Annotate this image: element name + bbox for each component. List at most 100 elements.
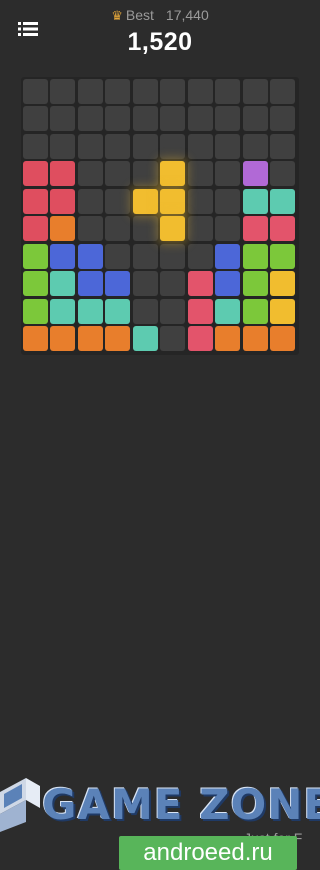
empty-cell bbox=[160, 78, 185, 104]
filled-cell bbox=[50, 216, 75, 241]
filled-cell bbox=[242, 243, 268, 269]
empty-cell bbox=[50, 78, 75, 104]
empty-cell bbox=[132, 133, 158, 159]
crown-icon: ♛ bbox=[111, 8, 123, 23]
empty-cell bbox=[270, 161, 295, 186]
empty-cell bbox=[105, 106, 130, 131]
empty-cell bbox=[270, 106, 295, 131]
empty-cell bbox=[187, 243, 213, 269]
empty-cell bbox=[105, 188, 130, 214]
empty-cell bbox=[187, 216, 213, 241]
empty-cell bbox=[160, 326, 185, 351]
active-piece-cell[interactable] bbox=[132, 188, 158, 214]
empty-cell bbox=[242, 106, 268, 131]
active-piece-cell[interactable] bbox=[160, 161, 185, 186]
empty-cell bbox=[105, 243, 130, 269]
empty-cell bbox=[215, 106, 240, 131]
empty-cell bbox=[160, 271, 185, 296]
empty-cell bbox=[270, 78, 295, 104]
brand-text: GAME ZONE bbox=[42, 780, 320, 829]
empty-cell bbox=[105, 216, 130, 241]
filled-cell bbox=[22, 271, 48, 296]
empty-cell bbox=[187, 188, 213, 214]
filled-cell bbox=[242, 188, 268, 214]
empty-cell bbox=[215, 161, 240, 186]
empty-cell bbox=[270, 133, 295, 159]
filled-cell bbox=[105, 326, 130, 351]
filled-cell bbox=[22, 161, 48, 186]
filled-cell bbox=[270, 216, 295, 241]
empty-cell bbox=[22, 78, 48, 104]
active-piece-cell[interactable] bbox=[160, 216, 185, 241]
filled-cell bbox=[50, 326, 75, 351]
filled-cell bbox=[105, 298, 130, 324]
filled-cell bbox=[77, 271, 103, 296]
filled-cell bbox=[50, 188, 75, 214]
filled-cell bbox=[132, 326, 158, 351]
best-score-row: ♛ Best 17,440 bbox=[0, 7, 320, 24]
empty-cell bbox=[50, 106, 75, 131]
best-score-value: 17,440 bbox=[165, 7, 209, 23]
empty-cell bbox=[132, 78, 158, 104]
empty-cell bbox=[77, 188, 103, 214]
best-label: Best bbox=[125, 7, 154, 23]
filled-cell bbox=[77, 243, 103, 269]
empty-cell bbox=[132, 216, 158, 241]
filled-cell bbox=[215, 243, 240, 269]
filled-cell bbox=[77, 326, 103, 351]
empty-cell bbox=[22, 106, 48, 131]
empty-cell bbox=[242, 78, 268, 104]
filled-cell bbox=[215, 326, 240, 351]
filled-cell bbox=[50, 271, 75, 296]
filled-cell bbox=[187, 326, 213, 351]
filled-cell bbox=[50, 161, 75, 186]
filled-cell bbox=[242, 216, 268, 241]
empty-cell bbox=[132, 106, 158, 131]
empty-cell bbox=[187, 78, 213, 104]
empty-cell bbox=[77, 133, 103, 159]
filled-cell bbox=[215, 271, 240, 296]
empty-cell bbox=[242, 133, 268, 159]
filled-cell bbox=[22, 216, 48, 241]
empty-cell bbox=[187, 133, 213, 159]
game-board[interactable] bbox=[21, 77, 299, 355]
filled-cell bbox=[187, 298, 213, 324]
filled-cell bbox=[50, 243, 75, 269]
filled-cell bbox=[105, 271, 130, 296]
filled-cell bbox=[22, 243, 48, 269]
empty-cell bbox=[105, 161, 130, 186]
empty-cell bbox=[132, 271, 158, 296]
empty-cell bbox=[132, 161, 158, 186]
empty-cell bbox=[160, 243, 185, 269]
empty-cell bbox=[215, 188, 240, 214]
filled-cell bbox=[242, 161, 268, 186]
empty-cell bbox=[22, 133, 48, 159]
filled-cell bbox=[50, 298, 75, 324]
active-piece-cell[interactable] bbox=[160, 188, 185, 214]
filled-cell bbox=[242, 298, 268, 324]
empty-cell bbox=[160, 133, 185, 159]
empty-cell bbox=[187, 161, 213, 186]
watermark-banner: GAME ZONE Just for F androeed.ru bbox=[0, 378, 320, 870]
filled-cell bbox=[270, 243, 295, 269]
empty-cell bbox=[215, 78, 240, 104]
filled-cell bbox=[77, 298, 103, 324]
empty-cell bbox=[50, 133, 75, 159]
empty-cell bbox=[132, 243, 158, 269]
empty-cell bbox=[187, 106, 213, 131]
filled-cell bbox=[242, 271, 268, 296]
filled-cell bbox=[187, 271, 213, 296]
empty-cell bbox=[132, 298, 158, 324]
empty-cell bbox=[105, 133, 130, 159]
empty-cell bbox=[77, 78, 103, 104]
empty-cell bbox=[160, 106, 185, 131]
filled-cell bbox=[270, 271, 295, 296]
empty-cell bbox=[160, 298, 185, 324]
gamezone-logo-icon bbox=[0, 778, 40, 832]
filled-cell bbox=[215, 298, 240, 324]
empty-cell bbox=[77, 216, 103, 241]
current-score: 1,520 bbox=[127, 28, 193, 56]
filled-cell bbox=[270, 188, 295, 214]
empty-cell bbox=[215, 216, 240, 241]
filled-cell bbox=[22, 188, 48, 214]
